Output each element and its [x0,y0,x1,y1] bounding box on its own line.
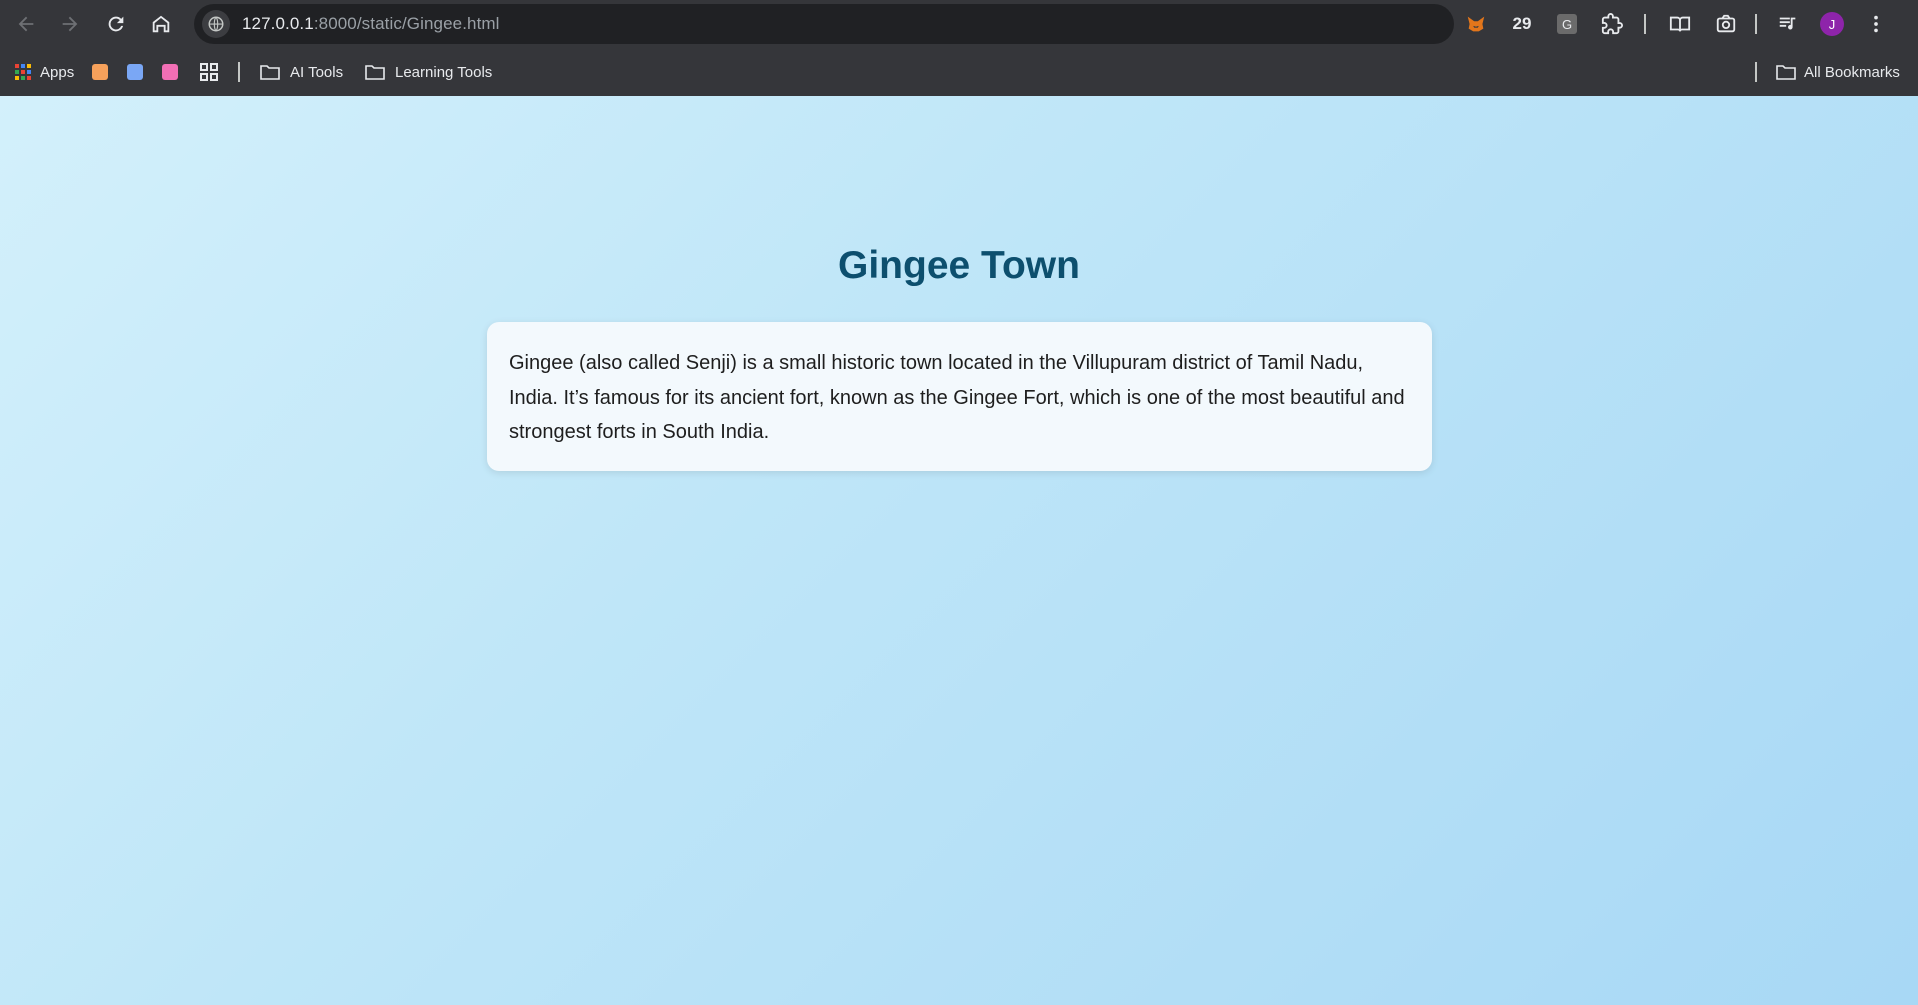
bookmark-favicon [162,64,178,80]
metamask-extension[interactable] [1462,10,1490,38]
reload-icon [108,16,124,32]
apps-label: Apps [40,63,75,81]
apps-grid-icon [15,64,31,80]
all-bookmarks-label: All Bookmarks [1804,63,1900,81]
url-host: 127.0.0.1 [242,14,314,33]
more-vertical-icon [1874,15,1878,33]
back-button[interactable] [4,2,48,46]
extensions-area: 29 G J [1454,0,1918,48]
folder-icon [260,65,280,80]
extension-count-badge[interactable]: 29 [1506,10,1538,38]
url-text[interactable]: 127.0.0.1:8000/static/Gingee.html [242,14,500,34]
bookmarks-divider [238,62,240,82]
toolbar-divider [1755,14,1757,34]
bookmark-folder-learning-tools[interactable]: Learning Tools [365,60,492,84]
bookmark-pink[interactable] [162,60,178,84]
folder-label: Learning Tools [395,63,493,81]
home-icon [152,15,170,33]
content-card: Gingee (also called Senji) is a small hi… [487,322,1432,471]
folder-label: AI Tools [290,63,344,81]
grid-icon [200,63,218,81]
g-extension-icon: G [1557,14,1577,34]
page-viewport: Gingee Town Gingee (also called Senji) i… [0,96,1918,1005]
menu-button[interactable] [1862,10,1890,38]
bookmark-orange[interactable] [92,60,108,84]
puzzle-icon [1601,13,1623,35]
reading-mode-button[interactable] [1666,10,1694,38]
bookmarks-bar: Apps AI Tools Learning Tools All Bookmar… [0,48,1918,96]
tab-groups-bookmark[interactable] [199,60,219,84]
extensions-button[interactable] [1598,10,1626,38]
media-controls-button[interactable] [1774,10,1802,38]
book-open-icon [1669,16,1691,32]
reload-button[interactable] [94,2,138,46]
bookmarks-divider [1755,62,1757,82]
all-bookmarks-button[interactable]: All Bookmarks [1776,60,1900,84]
profile-button[interactable]: J [1818,10,1846,38]
bookmark-favicon [92,64,108,80]
folder-icon [1776,65,1796,80]
arrow-right-icon [62,16,78,32]
address-bar[interactable]: 127.0.0.1:8000/static/Gingee.html [194,4,1454,44]
avatar: J [1820,12,1844,36]
arrow-left-icon [18,16,34,32]
home-button[interactable] [139,2,183,46]
forward-button[interactable] [48,2,92,46]
screenshot-button[interactable] [1712,10,1740,38]
browser-chrome: 127.0.0.1:8000/static/Gingee.html 29 G J… [0,0,1918,96]
url-path: :8000/static/Gingee.html [313,14,500,33]
playlist-music-icon [1779,17,1796,30]
g-extension[interactable]: G [1553,10,1581,38]
apps-bookmark[interactable]: Apps [14,60,74,84]
site-info-button[interactable] [202,10,230,38]
bookmark-folder-ai-tools[interactable]: AI Tools [260,60,343,84]
page-title: Gingee Town [838,244,1080,287]
browser-toolbar: 127.0.0.1:8000/static/Gingee.html 29 G J [0,0,1918,48]
fox-icon [1467,16,1485,32]
description-paragraph: Gingee (also called Senji) is a small hi… [509,352,1405,443]
camera-icon [1716,14,1736,33]
bookmark-favicon [127,64,143,80]
toolbar-divider [1644,14,1646,34]
folder-icon [365,65,385,80]
bookmark-blue[interactable] [127,60,143,84]
globe-icon [208,16,224,32]
